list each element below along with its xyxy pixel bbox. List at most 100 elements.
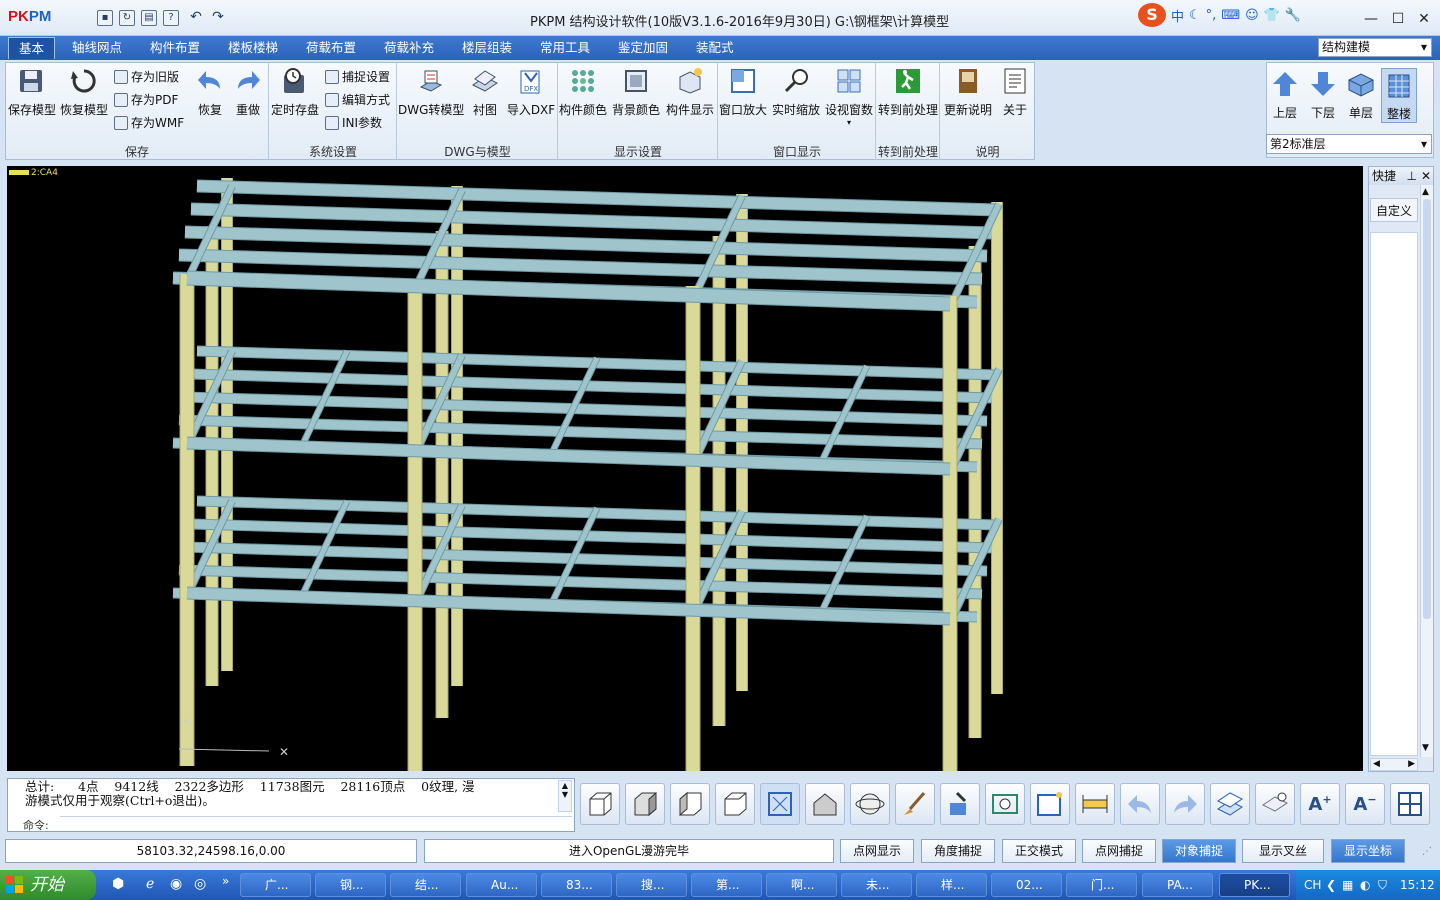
vertical-scrollbar[interactable]: ▲ ▼ [1420, 185, 1433, 757]
menu-tab-1[interactable]: 轴线网点 [62, 37, 132, 59]
layer-toggle-button[interactable] [1210, 783, 1250, 825]
tray-arrow-icon[interactable]: ❮ [1326, 870, 1336, 900]
member-color-button[interactable]: 构件颜色 [558, 67, 608, 118]
top-view-button[interactable] [670, 783, 710, 825]
punct-icon[interactable]: °, [1206, 8, 1217, 23]
layer-search-button[interactable] [1255, 783, 1295, 825]
floor-down-button[interactable]: 下层 [1306, 70, 1340, 121]
edit-mode-button[interactable]: 编辑方式 [325, 91, 390, 108]
ime-mode[interactable]: 中 [1171, 6, 1184, 25]
floor-up-button[interactable]: 上层 [1268, 70, 1302, 121]
browser-icon[interactable]: ◎ [194, 876, 206, 892]
timed-save-button[interactable]: 定时存盘 [270, 67, 320, 118]
front-view-button[interactable] [580, 783, 620, 825]
taskbar-item-6[interactable]: 第... [691, 873, 762, 897]
menu-tab-3[interactable]: 楼板楼梯 [218, 37, 288, 59]
horizontal-scrollbar[interactable]: ◀ ▶ [1370, 758, 1418, 771]
scroll-right-icon[interactable]: ▶ [1408, 759, 1415, 769]
maximize-button[interactable]: ☐ [1387, 10, 1409, 28]
goto-preprocess-button[interactable]: 转到前处理 [877, 67, 939, 118]
close-panel-icon[interactable]: ✕ [1421, 167, 1431, 185]
redo-button[interactable]: 重做 [230, 67, 266, 118]
taskbar-item-10[interactable]: 02... [991, 873, 1062, 897]
dimension-button[interactable] [1075, 783, 1115, 825]
pin-icon[interactable]: ⊥ [1407, 167, 1417, 185]
restore-model-button[interactable]: 恢复模型 [60, 67, 108, 118]
redo-icon[interactable]: ↷ [210, 10, 226, 26]
taskbar-item-12[interactable]: PA... [1142, 873, 1213, 897]
save-wmf-button[interactable]: 存为WMF [114, 114, 184, 131]
about-button[interactable]: 关于 [996, 67, 1034, 118]
scroll-thumb[interactable] [1423, 199, 1431, 619]
import-dxf-button[interactable]: DFX 导入DXF [506, 67, 556, 118]
menu-tab-4[interactable]: 荷载布置 [296, 37, 366, 59]
status-toggle-3[interactable]: 点网捕捉 [1082, 839, 1156, 863]
ime-toolbar[interactable]: S 中 ☾ °, ⌨ ☺ 👕 🔧 [1138, 2, 1328, 28]
status-toggle-4[interactable]: 对象捕捉 [1162, 839, 1236, 863]
save-icon[interactable]: ▪ [97, 10, 113, 26]
language-indicator[interactable]: CH [1304, 870, 1321, 900]
mode-select[interactable]: 结构建模 ▾ [1318, 38, 1432, 57]
menu-tab-8[interactable]: 鉴定加固 [608, 37, 678, 59]
member-display-button[interactable]: 构件显示 [664, 67, 716, 118]
command-scrollbar[interactable]: ▲ ▼ [558, 780, 572, 812]
status-toggle-1[interactable]: 角度捕捉 [921, 839, 995, 863]
shaded-view-button[interactable] [805, 783, 845, 825]
menu-tab-5[interactable]: 荷载补充 [374, 37, 444, 59]
shield-icon[interactable]: ⛉ [1378, 870, 1387, 900]
quicklaunch-icon[interactable]: ⬢ [112, 876, 124, 892]
wrench-icon[interactable]: 🔧 [1285, 8, 1301, 23]
status-toggle-2[interactable]: 正交模式 [1002, 839, 1076, 863]
grid-layout-button[interactable] [1390, 783, 1430, 825]
status-toggle-0[interactable]: 点网显示 [840, 839, 914, 863]
help-icon[interactable]: ? [163, 10, 179, 26]
ie-icon[interactable]: ℯ [146, 876, 154, 892]
taskbar-item-5[interactable]: 搜... [616, 873, 687, 897]
save-pdf-button[interactable]: 存为PDF [114, 91, 178, 108]
undo-icon[interactable]: ↶ [188, 10, 204, 26]
dwg-to-model-button[interactable]: DWG转模型 [398, 67, 464, 118]
keyboard-icon[interactable]: ⌨ [1221, 8, 1240, 23]
side-view-button[interactable] [625, 783, 665, 825]
window-zoom-button[interactable]: 窗口放大 [718, 67, 768, 118]
update-notes-button[interactable]: 更新说明 [943, 67, 993, 118]
quick-list[interactable] [1370, 232, 1418, 756]
realtime-zoom-button[interactable]: 实时缩放 [770, 67, 822, 118]
zoom-extents-button[interactable] [760, 783, 800, 825]
scroll-up-icon[interactable]: ▲ [1422, 187, 1429, 197]
paint-button[interactable] [895, 783, 935, 825]
taskbar-item-7[interactable]: 啊... [766, 873, 837, 897]
snap-settings-button[interactable]: 捕捉设置 [325, 68, 390, 85]
menu-tab-9[interactable]: 装配式 [686, 37, 744, 59]
font-smaller-button[interactable]: A− [1345, 783, 1385, 825]
save-model-button[interactable]: 保存模型 [8, 67, 56, 118]
close-button[interactable]: ✕ [1413, 10, 1435, 28]
iso-view-button[interactable] [715, 783, 755, 825]
volume-icon[interactable]: ◐ [1360, 870, 1370, 900]
sogou-icon[interactable]: S [1138, 3, 1166, 27]
set-viewports-button[interactable]: 设视窗数 ▾ [824, 67, 874, 127]
floor-select[interactable]: 第2标准层 ▾ [1266, 134, 1432, 154]
single-floor-button[interactable]: 单层 [1344, 70, 1378, 121]
user-icon[interactable]: ☺ [1245, 8, 1259, 23]
3d-viewport[interactable]: ✕ ↖ [7, 166, 1363, 771]
redo-view-button[interactable] [1165, 783, 1205, 825]
taskbar-item-3[interactable]: Au... [466, 873, 537, 897]
background-color-button[interactable]: 背景颜色 [611, 67, 661, 118]
taskbar-item-0[interactable]: 广... [240, 873, 311, 897]
zoom-window-button[interactable] [985, 783, 1025, 825]
orbit-button[interactable] [850, 783, 890, 825]
scroll-down-icon[interactable]: ▼ [1422, 743, 1429, 753]
moon-icon[interactable]: ☾ [1189, 8, 1201, 23]
minimize-button[interactable]: — [1360, 10, 1382, 28]
measure-tool-button[interactable] [940, 783, 980, 825]
status-toggle-6[interactable]: 显示坐标 [1331, 839, 1405, 863]
taskbar-item-2[interactable]: 结... [390, 873, 461, 897]
app-icon[interactable]: ◉ [170, 876, 182, 892]
save-old-version-button[interactable]: 存为旧版 [114, 68, 179, 85]
taskbar-item-11[interactable]: 门... [1066, 873, 1137, 897]
custom-button[interactable]: 自定义 [1370, 198, 1418, 222]
ini-params-button[interactable]: INI参数 [325, 114, 382, 131]
refresh-icon[interactable]: ↻ [119, 10, 135, 26]
shirt-icon[interactable]: 👕 [1264, 8, 1280, 23]
